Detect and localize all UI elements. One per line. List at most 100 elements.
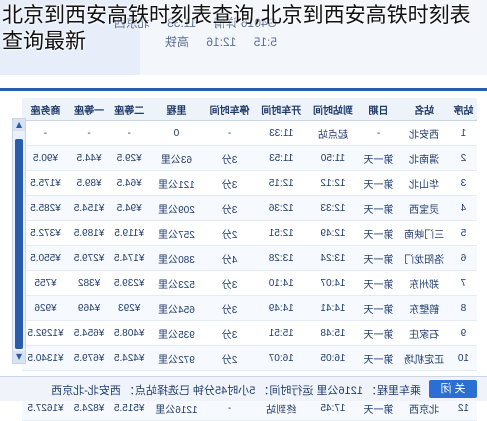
table-cell: 11:50 — [307, 145, 359, 171]
close-button[interactable]: 关 闭 — [429, 380, 477, 398]
table-row[interactable]: 4 灵宝西 第一天 12:33 12:36 3分 209公里 ¥94.5 ¥154.5 ¥285.… — [22, 195, 477, 221]
table-cell: 9 — [449, 320, 477, 346]
table-cell: 2分 — [203, 345, 256, 371]
table-cell: ¥44.5 — [69, 145, 110, 171]
table-cell: ¥239.5 — [109, 270, 150, 296]
timetable: 站序 站名 日期 到站时间 开车时间 停车时间 里程 二等座 一等座 商务座 1 西安北 - 起点站 11… — [22, 98, 477, 421]
scroll-down-icon[interactable]: ▼ — [13, 351, 25, 363]
table-cell: ¥1340.5 — [22, 345, 69, 371]
table-cell: - — [358, 120, 399, 146]
mirrored-screenshot: G4016 详情 11:33 北京西 5:15 12:16 高铁 站序 站名 日期到… — [0, 0, 487, 421]
table-cell: 郑州东 — [398, 270, 450, 296]
table-cell: 第一天 — [358, 345, 399, 371]
table-cell: ¥279.5 — [69, 245, 110, 271]
table-cell: 12:36 — [255, 195, 308, 221]
column-header: 商务座 — [22, 98, 69, 121]
table-cell: ¥189.5 — [69, 220, 110, 246]
table-cell: 257公里 — [149, 220, 204, 246]
table-header-row: 站序 站名 日期 到站时间 开车时间 停车时间 里程 二等座 一等座 商务座 — [22, 98, 477, 121]
column-header: 二等座 — [109, 98, 150, 121]
table-cell: 第一天 — [358, 245, 399, 271]
column-header: 里程 — [149, 98, 204, 121]
table-cell: 121公里 — [149, 170, 204, 196]
table-cell: 6 — [449, 245, 477, 271]
table-row[interactable]: 5 三门峡南 第一天 12:49 12:51 2分 257公里 ¥119.5 ¥189.5 ¥37… — [22, 220, 477, 246]
table-cell: 12:51 — [255, 220, 308, 246]
table-row[interactable]: 7 郑州东 第一天 14:07 14:10 3分 523公里 ¥239.5 ¥382 ¥755 — [22, 270, 477, 296]
table-cell: 3分 — [203, 295, 256, 321]
table-cell: 第一天 — [358, 320, 399, 346]
table-row[interactable]: 8 鹤壁东 第一天 14:41 14:49 3分 654公里 ¥293 ¥469 ¥926 — [22, 295, 477, 321]
scroll-up-icon[interactable]: ▲ — [13, 119, 25, 131]
table-cell: - — [69, 120, 110, 146]
table-cell: ¥755 — [22, 270, 69, 296]
table-cell: ¥408.5 — [109, 320, 150, 346]
table-cell: 2分 — [203, 220, 256, 246]
table-row[interactable]: 1 西安北 - 起点站 11:33-0- - - — [22, 120, 477, 146]
table-cell: 正定机场 — [398, 345, 450, 371]
table-row[interactable]: 3 华山北 第一天 12:12 12:15 3分 121公里 ¥64.5 ¥89.5 ¥175.5 — [22, 170, 477, 196]
table-cell: 第一天 — [358, 170, 399, 196]
footer-bar: 乘车里程： 1216公里 运行时间： 5小时45分钟 已选择站点： 西安北-北京… — [0, 376, 487, 401]
table-cell: 3分 — [203, 195, 256, 221]
column-header: 站名 — [398, 98, 450, 121]
table-row[interactable]: 9 石家庄 第一天 15:48 15:51 3分 935公里 ¥408.5 ¥654.5 ¥129… — [22, 320, 477, 346]
column-header: 日期 — [358, 98, 399, 121]
table-cell: - — [22, 120, 69, 146]
table-cell: 8 — [449, 295, 477, 321]
table-cell: ¥174.5 — [109, 245, 150, 271]
scroll-thumb[interactable] — [15, 139, 23, 349]
table-cell: 11:33 — [255, 120, 308, 146]
table-cell: 654公里 — [149, 295, 204, 321]
table-cell: 1 — [449, 120, 477, 146]
table-cell: 3分 — [203, 145, 256, 171]
table-cell: ¥64.5 — [109, 170, 150, 196]
table-cell: 13:24 — [307, 245, 359, 271]
table-cell: 3分 — [203, 170, 256, 196]
column-header: 站序 — [449, 98, 477, 121]
table-row[interactable]: 6 洛阳龙门 第一天 13:24 13:28 4分 380公里 ¥174.5 ¥279.5 ¥55… — [22, 245, 477, 271]
table-cell: 2 — [449, 145, 477, 171]
table-cell: 第一天 — [358, 270, 399, 296]
table-cell: 洛阳龙门 — [398, 245, 450, 271]
table-cell: 16:05 — [307, 345, 359, 371]
table-cell: 10 — [449, 345, 477, 371]
table-cell: 12:49 — [307, 220, 359, 246]
table-cell: 4 — [449, 195, 477, 221]
page-title: 北京到西安高铁时刻表查询,北京到西安高铁时刻表查询最新 — [2, 3, 471, 53]
table-cell: ¥119.5 — [109, 220, 150, 246]
table-cell: 13:28 — [255, 245, 308, 271]
table-cell: 14:49 — [255, 295, 308, 321]
table-cell: ¥372.5 — [22, 220, 69, 246]
table-cell: 972公里 — [149, 345, 204, 371]
table-cell: 第一天 — [358, 220, 399, 246]
table-cell: 15:48 — [307, 320, 359, 346]
table-row[interactable]: 2 渭南北 第一天 11:50 11:53 3分 63公里 ¥29.5 ¥44.5 ¥90.5 — [22, 145, 477, 171]
table-cell: ¥29.5 — [109, 145, 150, 171]
column-header: 一等座 — [69, 98, 110, 121]
table-cell: 12:12 — [307, 170, 359, 196]
table-cell: 63公里 — [149, 145, 204, 171]
column-header: 开车时间 — [255, 98, 308, 121]
vertical-scrollbar[interactable]: ▲ ▼ — [12, 118, 26, 364]
table-cell: 鹤壁东 — [398, 295, 450, 321]
table-cell: 5 — [449, 220, 477, 246]
table-cell: 0 — [149, 120, 204, 146]
table-cell: 14:10 — [255, 270, 308, 296]
table-cell: 第一天 — [358, 195, 399, 221]
table-cell: 三门峡南 — [398, 220, 450, 246]
table-cell: ¥154.5 — [69, 195, 110, 221]
table-cell: 3分 — [203, 270, 256, 296]
table-cell: ¥90.5 — [22, 145, 69, 171]
table-cell: ¥94.5 — [109, 195, 150, 221]
table-cell: 西安北 — [398, 120, 450, 146]
column-header: 到站时间 — [307, 98, 359, 121]
table-row[interactable]: 10 正定机场 第一天 16:05 16:07 2分 972公里 ¥424.5 ¥679.5 ¥1… — [22, 345, 477, 371]
table-cell: ¥550.5 — [22, 245, 69, 271]
table-cell: 14:07 — [307, 270, 359, 296]
table-cell: 209公里 — [149, 195, 204, 221]
footer-info: 乘车里程： 1216公里 运行时间： 5小时45分钟 已选择站点： 西安北-北京… — [51, 385, 421, 397]
table-cell: 渭南北 — [398, 145, 450, 171]
table-cell: 起点站 — [307, 120, 359, 146]
table-cell: ¥1292.5 — [22, 320, 69, 346]
